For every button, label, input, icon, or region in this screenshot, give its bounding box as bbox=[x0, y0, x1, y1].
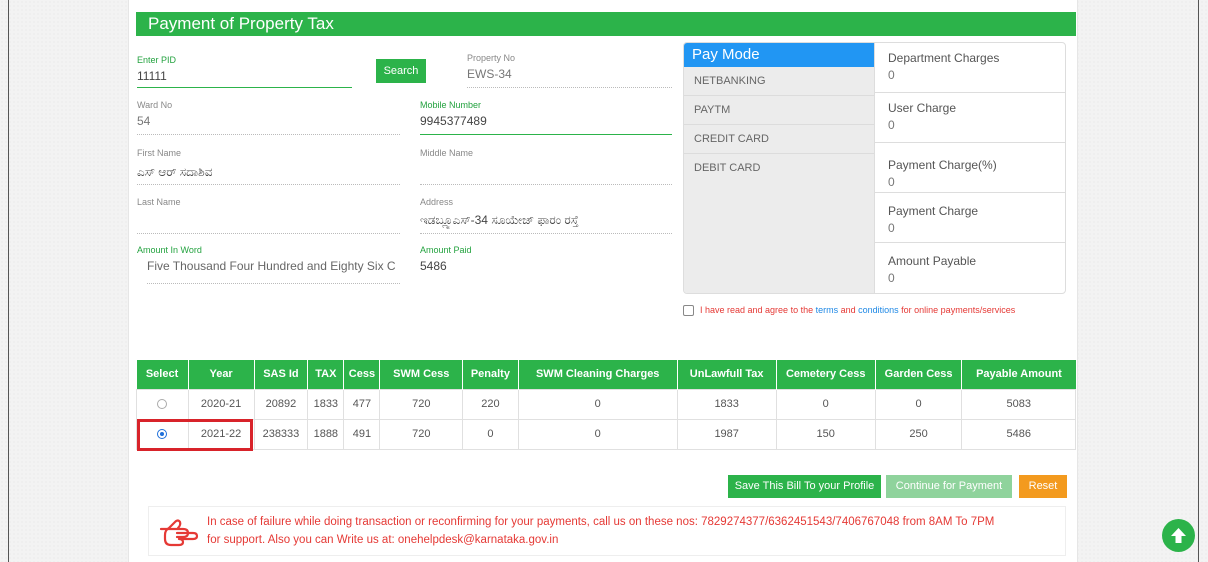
amount-paid-value: 5486 bbox=[420, 259, 447, 273]
payment-box: Pay Mode NETBANKING PAYTM CREDIT CARD DE… bbox=[683, 42, 1066, 294]
table-row[interactable]: 2020-21 20892 1833 477 720 220 0 1833 0 … bbox=[136, 388, 1076, 420]
pid-field[interactable]: Enter PID 11111 bbox=[137, 54, 352, 88]
mobile-label: Mobile Number bbox=[420, 100, 482, 110]
paymode-list: Pay Mode NETBANKING PAYTM CREDIT CARD DE… bbox=[684, 43, 874, 293]
last-name-label: Last Name bbox=[137, 197, 181, 207]
paymode-heading: Pay Mode bbox=[684, 43, 874, 67]
table-cell: 491 bbox=[343, 418, 381, 450]
charge-payment: Payment Charge 0 bbox=[875, 193, 1065, 243]
table-cell: 0 bbox=[874, 388, 963, 420]
col-penalty: Penalty bbox=[462, 360, 519, 389]
amount-word-field: Amount In Word Five Thousand Four Hundre… bbox=[137, 244, 400, 284]
terms-agreement: I have read and agree to the terms and c… bbox=[683, 304, 1015, 317]
first-name-field: First Name ಎಸ್ ಆರ್ ಸದಾಶಿವ bbox=[137, 147, 400, 185]
table-cell: 5486 bbox=[961, 418, 1076, 450]
col-select: Select bbox=[136, 360, 189, 389]
reset-button[interactable]: Reset bbox=[1019, 475, 1067, 498]
col-sas-id: SAS Id bbox=[254, 360, 309, 389]
col-swm-cleaning: SWM Cleaning Charges bbox=[518, 360, 678, 389]
terms-link[interactable]: terms bbox=[816, 305, 839, 315]
col-garden-cess: Garden Cess bbox=[875, 360, 963, 389]
ward-no-label: Ward No bbox=[137, 100, 173, 110]
property-no-field: Property No EWS-34 bbox=[467, 52, 672, 88]
table-cell: 1833 bbox=[307, 388, 345, 420]
table-cell: 0 bbox=[517, 418, 678, 450]
table-header-row: Select Year SAS Id TAX Cess SWM Cess Pen… bbox=[136, 360, 1076, 389]
pid-input[interactable]: 11111 bbox=[137, 68, 352, 85]
middle-name-label: Middle Name bbox=[420, 148, 474, 158]
col-tax: TAX bbox=[307, 360, 345, 389]
continue-payment-button[interactable]: Continue for Payment bbox=[886, 475, 1012, 498]
col-payable-amount: Payable Amount bbox=[961, 360, 1076, 389]
frame-left-edge bbox=[8, 0, 9, 562]
year-radio-2020-21[interactable] bbox=[157, 399, 168, 410]
charge-payment-percent: Payment Charge(%) 0 bbox=[875, 143, 1065, 193]
conditions-link[interactable]: conditions bbox=[858, 305, 899, 315]
table-cell: 0 bbox=[462, 418, 519, 450]
col-cemetery-cess: Cemetery Cess bbox=[776, 360, 876, 389]
terms-checkbox[interactable] bbox=[683, 305, 694, 317]
amount-word-label: Amount In Word bbox=[137, 245, 202, 255]
table-cell: 238333 bbox=[253, 418, 309, 450]
property-no-label: Property No bbox=[467, 53, 516, 63]
address-value: ಇಡಬ್ಲ್ಯೂಎಸ್-34 ಸೂಯೇಜ್ ಫಾರಂ ರಸ್ತೆ bbox=[420, 213, 579, 227]
table-cell: 220 bbox=[462, 388, 519, 420]
ward-no-value: 54 bbox=[137, 114, 151, 128]
charge-user: User Charge 0 bbox=[875, 93, 1065, 143]
last-name-field: Last Name bbox=[137, 196, 400, 234]
table-cell: 0 bbox=[517, 388, 678, 420]
page-title: Payment of Property Tax bbox=[136, 12, 1076, 36]
col-swm-cess: SWM Cess bbox=[379, 360, 464, 389]
save-bill-button[interactable]: Save This Bill To your Profile bbox=[728, 475, 881, 498]
charge-amount-payable: Amount Payable 0 bbox=[888, 254, 977, 285]
paymode-netbanking[interactable]: NETBANKING bbox=[684, 67, 874, 96]
pointing-hand-icon bbox=[159, 517, 199, 554]
first-name-value: ಎಸ್ ಆರ್ ಸದಾಶಿವ bbox=[137, 165, 213, 179]
amount-word-value: Five Thousand Four Hundred and Eighty Si… bbox=[147, 259, 396, 273]
table-cell: 250 bbox=[874, 418, 963, 450]
row-select-cell[interactable] bbox=[136, 388, 189, 420]
table-cell: 1888 bbox=[307, 418, 345, 450]
amount-paid-label: Amount Paid bbox=[420, 245, 472, 255]
address-label: Address bbox=[420, 197, 454, 207]
year-radio-2021-22[interactable] bbox=[157, 429, 168, 440]
table-cell: 720 bbox=[379, 418, 464, 450]
table-cell: 0 bbox=[775, 388, 876, 420]
frame-right-edge bbox=[1198, 0, 1199, 562]
paymode-credit-card[interactable]: CREDIT CARD bbox=[684, 125, 874, 154]
col-unlawful-tax: UnLawfull Tax bbox=[677, 360, 777, 389]
first-name-label: First Name bbox=[137, 148, 182, 158]
notice-text: In case of failure while doing transacti… bbox=[207, 516, 995, 546]
paymode-debit-card[interactable]: DEBIT CARD bbox=[684, 154, 874, 183]
arrow-up-icon bbox=[1171, 528, 1186, 543]
col-year: Year bbox=[188, 360, 255, 389]
charges-list: Department Charges 0 User Charge 0 Payme… bbox=[874, 43, 1065, 293]
amount-paid-field: Amount Paid 5486 bbox=[420, 244, 672, 284]
tax-dues-table: Select Year SAS Id TAX Cess SWM Cess Pen… bbox=[136, 360, 1076, 450]
pid-label: Enter PID bbox=[137, 55, 177, 65]
address-field: Address ಇಡಬ್ಲ್ಯೂಎಸ್-34 ಸೂಯೇಜ್ ಫಾರಂ ರಸ್ತೆ bbox=[420, 196, 672, 234]
ward-no-field: Ward No 54 bbox=[137, 99, 400, 135]
middle-name-field: Middle Name bbox=[420, 147, 672, 185]
table-cell: 1833 bbox=[676, 388, 777, 420]
table-cell: 2020-21 bbox=[187, 388, 255, 420]
table-row[interactable]: 2021-22 238333 1888 491 720 0 0 1987 150… bbox=[136, 418, 1076, 450]
table-cell: 720 bbox=[379, 388, 464, 420]
mobile-field[interactable]: Mobile Number 9945377489 bbox=[420, 99, 672, 135]
table-cell: 477 bbox=[343, 388, 381, 420]
table-cell: 20892 bbox=[253, 388, 309, 420]
search-button[interactable]: Search bbox=[376, 59, 426, 83]
table-cell: 2021-22 bbox=[187, 418, 255, 450]
property-no-value: EWS-34 bbox=[467, 67, 512, 81]
table-cell: 150 bbox=[775, 418, 876, 450]
scroll-top-button[interactable] bbox=[1162, 519, 1195, 552]
col-cess: Cess bbox=[343, 360, 381, 389]
paymode-paytm[interactable]: PAYTM bbox=[684, 96, 874, 125]
mobile-input[interactable]: 9945377489 bbox=[420, 113, 672, 130]
row-select-cell[interactable] bbox=[136, 418, 189, 450]
table-cell: 1987 bbox=[676, 418, 777, 450]
table-cell: 5083 bbox=[961, 388, 1076, 420]
charge-department: Department Charges 0 bbox=[875, 43, 1065, 93]
support-notice: In case of failure while doing transacti… bbox=[148, 506, 1066, 556]
